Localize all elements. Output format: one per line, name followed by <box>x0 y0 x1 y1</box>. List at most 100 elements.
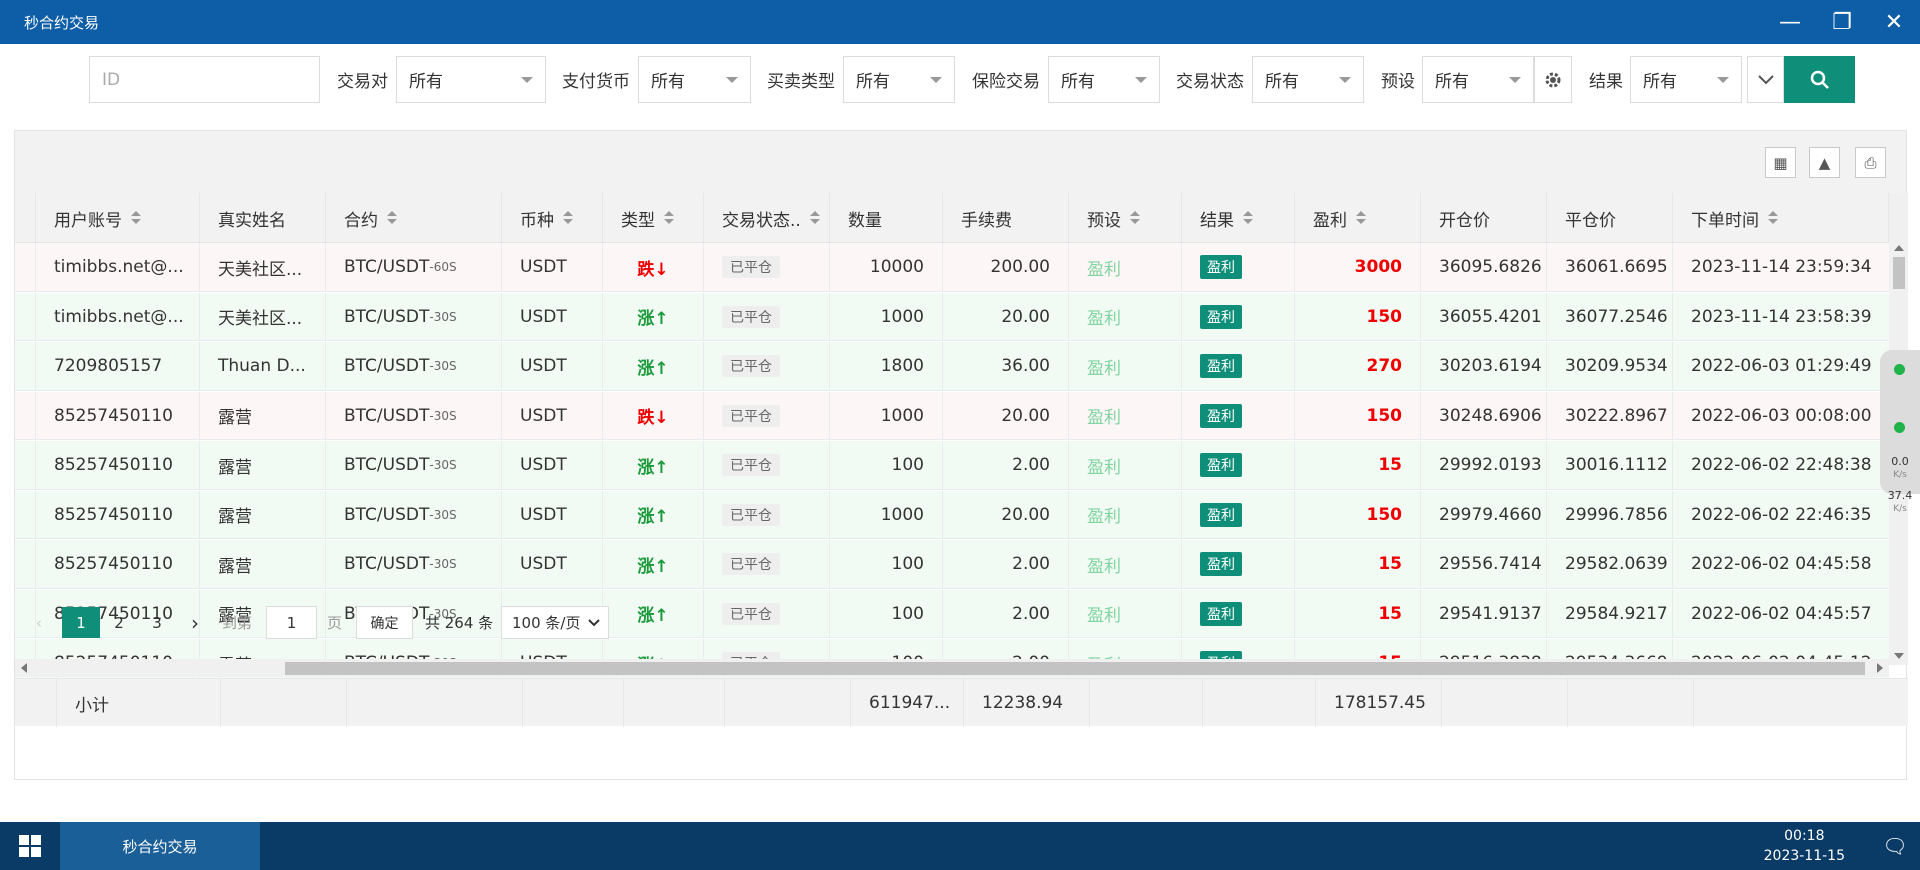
header-profit[interactable]: 盈利 <box>1295 193 1421 243</box>
horizontal-scroll-thumb[interactable] <box>285 662 1865 675</box>
cell-pair: BTC/USDT-30S <box>326 540 502 588</box>
table-row[interactable]: 85257450110 露营 BTC/USDT -30S USDT 涨↑ 已平仓 1000 20… <box>15 490 1889 539</box>
cell-close-price: 29582.0639 <box>1547 540 1673 588</box>
clock-time: 00:18 <box>1784 828 1825 844</box>
search-button[interactable] <box>1784 56 1855 103</box>
goto-confirm-button[interactable]: 确定 <box>356 606 413 639</box>
scroll-up-icon[interactable] <box>1894 245 1904 251</box>
page-size-value: 100 条/页 <box>512 614 581 632</box>
trade-direction: 跌↓ <box>637 259 669 280</box>
scroll-right-icon[interactable] <box>1877 663 1883 673</box>
subtotal-label: 小计 <box>57 679 221 727</box>
status-select[interactable]: 所有 <box>1252 56 1364 103</box>
cell-profit: 270 <box>1295 342 1421 390</box>
header-result[interactable]: 结果 <box>1182 193 1295 243</box>
page-size-select[interactable]: 100 条/页 <box>501 606 609 639</box>
header-state-label: 交易状态.. <box>722 210 801 231</box>
status-dot <box>1894 422 1905 433</box>
cell-type: 涨↑ <box>603 490 704 539</box>
header-account[interactable]: 用户账号 <box>36 193 200 243</box>
table-row[interactable]: 7209805157 Thuan D... BTC/USDT -30S USDT 涨↑ 已平… <box>15 342 1889 391</box>
table-row[interactable]: timibbs.net@... 天美社区... BTC/USDT -60S USDT 跌↓… <box>15 243 1889 292</box>
table-row[interactable]: 85257450110 露营 BTC/USDT -30S USDT 跌↓ 已平仓 1000 20… <box>15 391 1889 440</box>
id-input[interactable]: ID <box>89 56 320 103</box>
cell-pair-period: -30S <box>429 408 457 423</box>
sort-icon[interactable] <box>664 211 674 225</box>
sort-icon[interactable] <box>131 211 141 225</box>
pair-select-value: 所有 <box>409 72 443 92</box>
table-row[interactable]: timibbs.net@... 天美社区... BTC/USDT -30S USDT 涨↑… <box>15 292 1889 341</box>
horizontal-scrollbar[interactable] <box>15 659 1889 677</box>
page-2-button[interactable]: 2 <box>100 607 138 638</box>
result-badge: 盈利 <box>1200 552 1242 576</box>
preset-settings-button[interactable] <box>1534 56 1572 103</box>
header-type[interactable]: 类型 <box>603 193 704 243</box>
sort-icon[interactable] <box>1356 211 1366 225</box>
header-preset[interactable]: 预设 <box>1069 193 1182 243</box>
header-state[interactable]: 交易状态.. <box>704 193 830 243</box>
subtotal-qty: 611947... <box>851 679 964 727</box>
sort-icon[interactable] <box>1130 211 1140 225</box>
pair-select[interactable]: 所有 <box>396 56 546 103</box>
header-time[interactable]: 下单时间 <box>1673 193 1889 243</box>
sort-icon[interactable] <box>563 211 573 225</box>
result-badge: 盈利 <box>1200 304 1242 329</box>
cell-profit: 150 <box>1295 490 1421 539</box>
cell-qty: 10000 <box>830 243 943 291</box>
chevron-down-icon <box>1509 77 1521 83</box>
scroll-down-icon[interactable] <box>1894 653 1904 659</box>
status-select-value: 所有 <box>1265 72 1299 92</box>
vertical-scroll-thumb[interactable] <box>1893 257 1905 289</box>
sort-icon[interactable] <box>1768 211 1778 225</box>
sort-icon[interactable] <box>1243 211 1253 225</box>
start-button[interactable] <box>0 822 60 870</box>
cell-profit: 150 <box>1295 391 1421 440</box>
cell-result: 盈利 <box>1182 441 1295 489</box>
network-speed-widget[interactable]: 0.0 K/s 37.4 K/s <box>1880 350 1920 514</box>
header-pair[interactable]: 合约 <box>326 193 502 243</box>
goto-page-input[interactable]: 1 <box>266 606 317 639</box>
system-clock[interactable]: 00:18 2023-11-15 <box>1764 826 1845 866</box>
table-row[interactable]: 85257450110露营BTC/USDT-30SUSDT涨↑已平仓1002.0… <box>15 441 1889 490</box>
page-1-button[interactable]: 1 <box>62 607 100 638</box>
print-icon[interactable]: ⎙ <box>1855 147 1886 178</box>
restore-icon[interactable]: ❐ <box>1816 0 1868 44</box>
cell-order-time: 2022-06-03 00:08:00 <box>1691 405 1872 426</box>
scroll-left-icon[interactable] <box>21 663 27 673</box>
export-icon[interactable]: ▲ <box>1809 147 1840 178</box>
close-icon[interactable]: ✕ <box>1868 0 1920 44</box>
taskbar-app[interactable]: 秒合约交易 <box>60 822 260 870</box>
side-select[interactable]: 所有 <box>843 56 955 103</box>
state-badge: 已平仓 <box>722 503 780 526</box>
sort-icon[interactable] <box>387 211 397 225</box>
cell-type: 涨↑ <box>603 441 704 489</box>
header-coin-label: 币种 <box>520 210 554 231</box>
minimize-icon[interactable]: — <box>1764 0 1816 44</box>
cell-open-price: 30248.6906 <box>1421 391 1547 440</box>
cell-order-time: 2022-06-02 04:45:57 <box>1691 603 1872 624</box>
table-row[interactable]: 85257450110露营BTC/USDT-30SUSDT涨↑已平仓1002.0… <box>15 540 1889 589</box>
next-page-button[interactable]: › <box>180 607 210 638</box>
currency-select[interactable]: 所有 <box>638 56 751 103</box>
preset-select[interactable]: 所有 <box>1422 56 1534 103</box>
row-spacer <box>15 391 36 440</box>
state-badge: 已平仓 <box>722 305 780 328</box>
cell-state: 已平仓 <box>704 490 830 539</box>
header-coin[interactable]: 币种 <box>502 193 603 243</box>
columns-icon[interactable]: ▦ <box>1765 147 1796 178</box>
cell-fee: 20.00 <box>943 490 1069 539</box>
insurance-select[interactable]: 所有 <box>1048 56 1160 103</box>
prev-page-button[interactable]: ‹ <box>24 607 54 638</box>
preset-select-value: 所有 <box>1435 72 1469 92</box>
cell-name: 天美社区... <box>200 243 326 291</box>
sort-icon[interactable] <box>809 211 820 225</box>
result-select[interactable]: 所有 <box>1630 56 1742 103</box>
page-3-button[interactable]: 3 <box>138 607 176 638</box>
expand-filters-button[interactable] <box>1747 56 1784 103</box>
window-titlebar: 秒合约交易 — ❐ ✕ <box>0 0 1920 44</box>
notification-icon[interactable]: 🗨 <box>1880 832 1910 860</box>
chevron-down-icon <box>1717 77 1729 83</box>
header-type-label: 类型 <box>621 210 655 231</box>
cell-result: 盈利 <box>1182 589 1295 638</box>
cell-pair: BTC/USDT-30S <box>326 391 502 440</box>
